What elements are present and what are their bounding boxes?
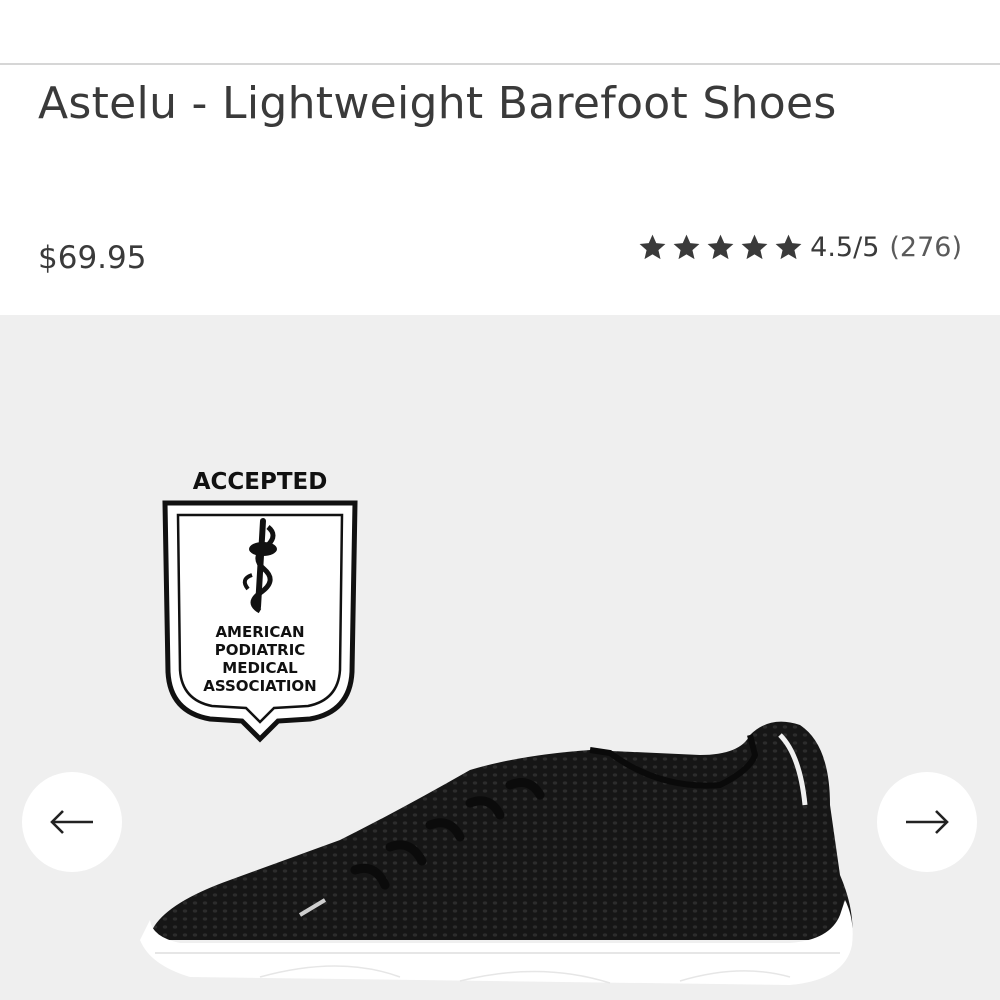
seal-line-1: AMERICAN (215, 623, 304, 641)
seal-line-4: ASSOCIATION (203, 677, 316, 695)
product-rating[interactable]: 4.5/5 (276) (637, 232, 962, 263)
gallery-next-button[interactable] (877, 772, 977, 872)
star-icon (673, 234, 700, 260)
seal-line-2: PODIATRIC (215, 641, 306, 659)
seal-line-3: MEDICAL (222, 659, 298, 677)
star-icon (639, 234, 666, 260)
star-icon (741, 234, 768, 260)
product-image-gallery[interactable]: ACCEPTED AMERICAN PODIATRIC MEDICAL ASSO… (0, 315, 1000, 1000)
top-header-bar (0, 0, 1000, 65)
rating-count: (276) (889, 232, 962, 263)
rating-stars (637, 232, 804, 263)
product-shoe-image (140, 721, 853, 985)
arrow-left-icon (50, 810, 93, 834)
rating-score: 4.5/5 (810, 232, 880, 263)
product-price: $69.95 (38, 240, 147, 276)
arrow-right-icon (906, 810, 949, 834)
gallery-prev-button[interactable] (22, 772, 122, 872)
star-icon (775, 234, 802, 260)
seal-top-text: ACCEPTED (193, 469, 328, 495)
star-icon (707, 234, 734, 260)
product-title: Astelu - Lightweight Barefoot Shoes (38, 78, 837, 129)
apma-accepted-seal: ACCEPTED AMERICAN PODIATRIC MEDICAL ASSO… (162, 469, 358, 743)
